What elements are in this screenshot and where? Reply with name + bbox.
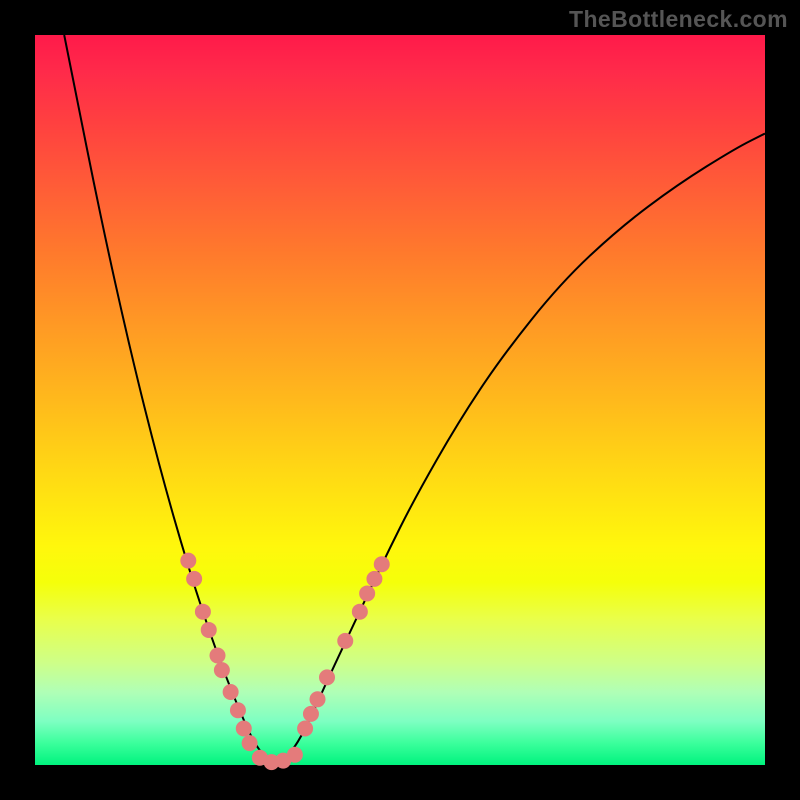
- marker-dot: [214, 662, 230, 678]
- marker-dot: [287, 747, 303, 763]
- marker-dot: [201, 622, 217, 638]
- marker-dots: [180, 553, 389, 770]
- marker-dot: [230, 702, 246, 718]
- curve-svg: [35, 35, 765, 765]
- marker-dot: [297, 721, 313, 737]
- chart-root: TheBottleneck.com: [0, 0, 800, 800]
- bottleneck-curve: [64, 35, 765, 761]
- marker-dot: [319, 669, 335, 685]
- marker-dot: [359, 585, 375, 601]
- marker-dot: [303, 706, 319, 722]
- marker-dot: [186, 571, 202, 587]
- marker-dot: [210, 648, 226, 664]
- marker-dot: [242, 735, 258, 751]
- marker-dot: [180, 553, 196, 569]
- marker-dot: [366, 571, 382, 587]
- marker-dot: [195, 604, 211, 620]
- marker-dot: [337, 633, 353, 649]
- plot-area: [35, 35, 765, 765]
- marker-dot: [374, 556, 390, 572]
- watermark-text: TheBottleneck.com: [569, 6, 788, 33]
- marker-dot: [310, 691, 326, 707]
- marker-dot: [236, 721, 252, 737]
- marker-dot: [223, 684, 239, 700]
- marker-dot: [352, 604, 368, 620]
